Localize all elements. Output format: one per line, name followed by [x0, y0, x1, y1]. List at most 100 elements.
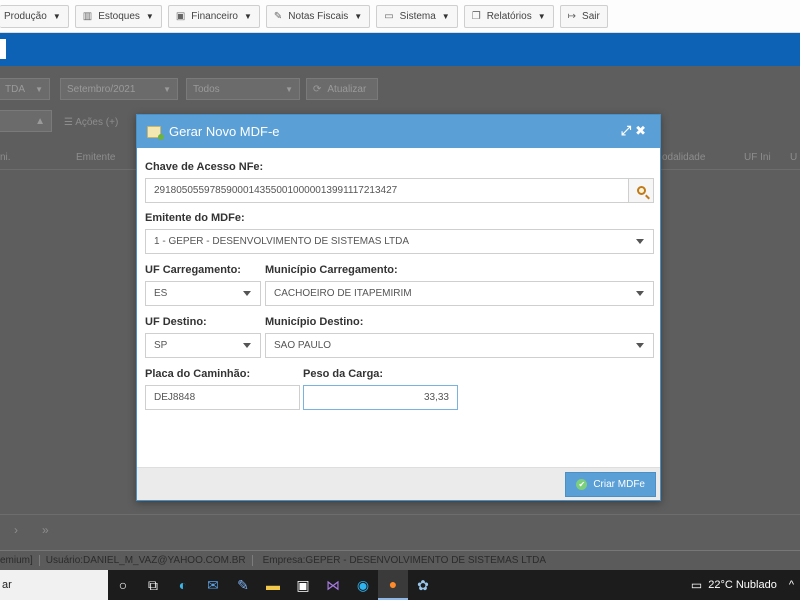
peso-value: 33,33: [423, 392, 449, 403]
uf-destino-select[interactable]: SP: [145, 333, 261, 358]
uf-carregamento-value: ES: [154, 288, 168, 299]
last-page-icon: »: [42, 523, 49, 537]
placa-input[interactable]: DEJ8848: [145, 385, 300, 410]
dropdown-arrow-icon: [636, 291, 644, 296]
menu-label-sistema: Sistema: [399, 10, 436, 22]
menu-label-notas-fiscais: Notas Fiscais: [288, 10, 349, 22]
edge-icon[interactable]: ◐: [168, 570, 198, 600]
municipio-destino-value: SAO PAULO: [274, 340, 332, 351]
next-page-icon: ›: [14, 523, 18, 537]
municipio-destino-select[interactable]: SAO PAULO: [265, 333, 654, 358]
chave-label: Chave de Acesso NFe:: [145, 161, 264, 173]
list-icon: ☰: [64, 117, 76, 128]
skype-icon[interactable]: ◉: [348, 570, 378, 600]
cortana-icon[interactable]: ○: [108, 570, 138, 600]
dialog-header: Gerar Novo MDF-e ⤢✖: [137, 115, 660, 148]
company-filter: TDA ▼: [0, 78, 50, 100]
truck-document-icon: [147, 125, 164, 140]
actions-menu: ☰ Ações (+): [64, 117, 118, 128]
menu-label-sair: Sair: [582, 10, 600, 22]
status-filter: Todos ▼: [186, 78, 300, 100]
dialog-footer: ✔ Criar MDFe: [137, 467, 660, 500]
check-circle-icon: ✔: [576, 479, 588, 490]
money-icon: ▣: [175, 10, 186, 22]
menu-producao[interactable]: Produção ▼: [0, 4, 69, 28]
status-filter-value: Todos: [193, 83, 220, 95]
menu-sair[interactable]: ↦ Sair: [559, 4, 608, 28]
peso-carga-input[interactable]: 33,33: [303, 385, 458, 410]
status-plan: emium]: [0, 555, 40, 566]
criar-mdfe-button[interactable]: ✔ Criar MDFe: [565, 472, 656, 497]
visual-studio-icon[interactable]: ⋈: [318, 570, 348, 600]
month-filter: Setembro/2021 ▼: [60, 78, 178, 100]
store-icon[interactable]: ▣: [288, 570, 318, 600]
app-tab-bar: [0, 33, 800, 66]
criar-mdfe-label: Criar MDFe: [593, 479, 645, 490]
refresh-icon: ⟳: [313, 83, 322, 95]
search-icon: [636, 186, 646, 195]
chave-acesso-value: 2918050559785900014355001000001399111721…: [154, 185, 398, 196]
firefox-icon[interactable]: ●: [378, 570, 408, 600]
menu-label-relatorios: Relatórios: [486, 10, 532, 22]
dropdown-arrow-icon: [243, 343, 251, 348]
dropdown-arrow-icon: [636, 343, 644, 348]
active-tab[interactable]: [0, 39, 6, 59]
caret-down-icon: ▼: [537, 11, 546, 21]
tray-chevron-icon[interactable]: ^: [789, 579, 794, 591]
municipio-carregamento-select[interactable]: CACHOEIRO DE ITAPEMIRIM: [265, 281, 654, 306]
menu-relatorios[interactable]: ❐ Relatórios ▼: [463, 4, 554, 28]
copy-icon: ❐: [471, 10, 481, 22]
pen-app-icon[interactable]: ✎: [228, 570, 258, 600]
emitente-select[interactable]: 1 - GEPER - DESENVOLVIMENTO DE SISTEMAS …: [145, 229, 654, 254]
menu-label-financeiro: Financeiro: [191, 10, 238, 22]
weather-icon: ▭: [690, 578, 703, 592]
menu-financeiro[interactable]: ▣ Financeiro ▼: [167, 4, 260, 28]
status-user: Usuário:DANIEL_M_VAZ@YAHOO.COM.BR: [40, 555, 253, 566]
weather-text[interactable]: 22°C Nublado: [708, 579, 777, 591]
paint-icon[interactable]: ✿: [408, 570, 438, 600]
menu-estoques[interactable]: ▥ Estoques ▼: [74, 4, 162, 28]
menu-notas-fiscais[interactable]: ✎ Notas Fiscais ▼: [265, 4, 371, 28]
status-bar: emium] Usuário:DANIEL_M_VAZ@YAHOO.COM.BR…: [0, 550, 800, 570]
lock-icon: ▲: [35, 115, 45, 127]
placa-value: DEJ8848: [154, 392, 196, 403]
placa-label: Placa do Caminhão:: [145, 368, 251, 380]
status-company: Empresa:GEPER - DESENVOLVIMENTO DE SISTE…: [262, 555, 547, 566]
refresh-button: ⟳ Atualizar: [306, 78, 378, 100]
uf-carregamento-select[interactable]: ES: [145, 281, 261, 306]
dropdown-arrow-icon: [243, 291, 251, 296]
close-icon[interactable]: ✖: [635, 123, 650, 138]
caret-down-icon: ▼: [441, 11, 450, 21]
col-emitente: Emitente: [76, 152, 116, 163]
edit-icon: ✎: [273, 10, 283, 22]
chave-acesso-input[interactable]: 2918050559785900014355001000001399111721…: [145, 178, 654, 203]
barcode-icon: ▥: [82, 10, 93, 22]
menu-label-estoques: Estoques: [98, 10, 140, 22]
menu-sistema[interactable]: ▭ Sistema ▼: [376, 4, 458, 28]
mail-icon[interactable]: ✉: [198, 570, 228, 600]
file-explorer-icon[interactable]: ▬: [258, 570, 288, 600]
dropdown-arrow-icon: [636, 239, 644, 244]
menu-label-producao: Produção: [4, 10, 47, 22]
dialog-body: Chave de Acesso NFe: 2918050559785900014…: [137, 148, 660, 467]
lock-button: ▲: [0, 110, 52, 132]
caret-down-icon: ▼: [145, 11, 154, 21]
dialog-title: Gerar Novo MDF-e: [169, 124, 280, 139]
caret-down-icon: ▼: [354, 11, 363, 21]
uf-destino-label: UF Destino:: [145, 316, 207, 328]
task-view-icon[interactable]: ⧉: [138, 570, 168, 600]
grid-pager: [0, 514, 800, 544]
taskbar-search[interactable]: ar: [0, 570, 108, 600]
caret-down-icon: ▼: [243, 11, 252, 21]
uf-carregamento-label: UF Carregamento:: [145, 264, 241, 276]
municipio-carregamento-label: Município Carregamento:: [265, 264, 398, 276]
system-tray: ▭ 22°C Nublado ^: [691, 570, 800, 600]
refresh-label: Atualizar: [327, 83, 367, 95]
municipio-carregamento-value: CACHOEIRO DE ITAPEMIRIM: [274, 288, 412, 299]
emitente-value: 1 - GEPER - DESENVOLVIMENTO DE SISTEMAS …: [154, 236, 410, 247]
search-nfe-button[interactable]: [628, 179, 653, 202]
emitente-label: Emitente do MDFe:: [145, 212, 245, 224]
maximize-icon[interactable]: ⤢: [621, 123, 635, 138]
exit-icon: ↦: [567, 10, 577, 22]
dialog-header-buttons: ⤢✖: [621, 123, 650, 139]
